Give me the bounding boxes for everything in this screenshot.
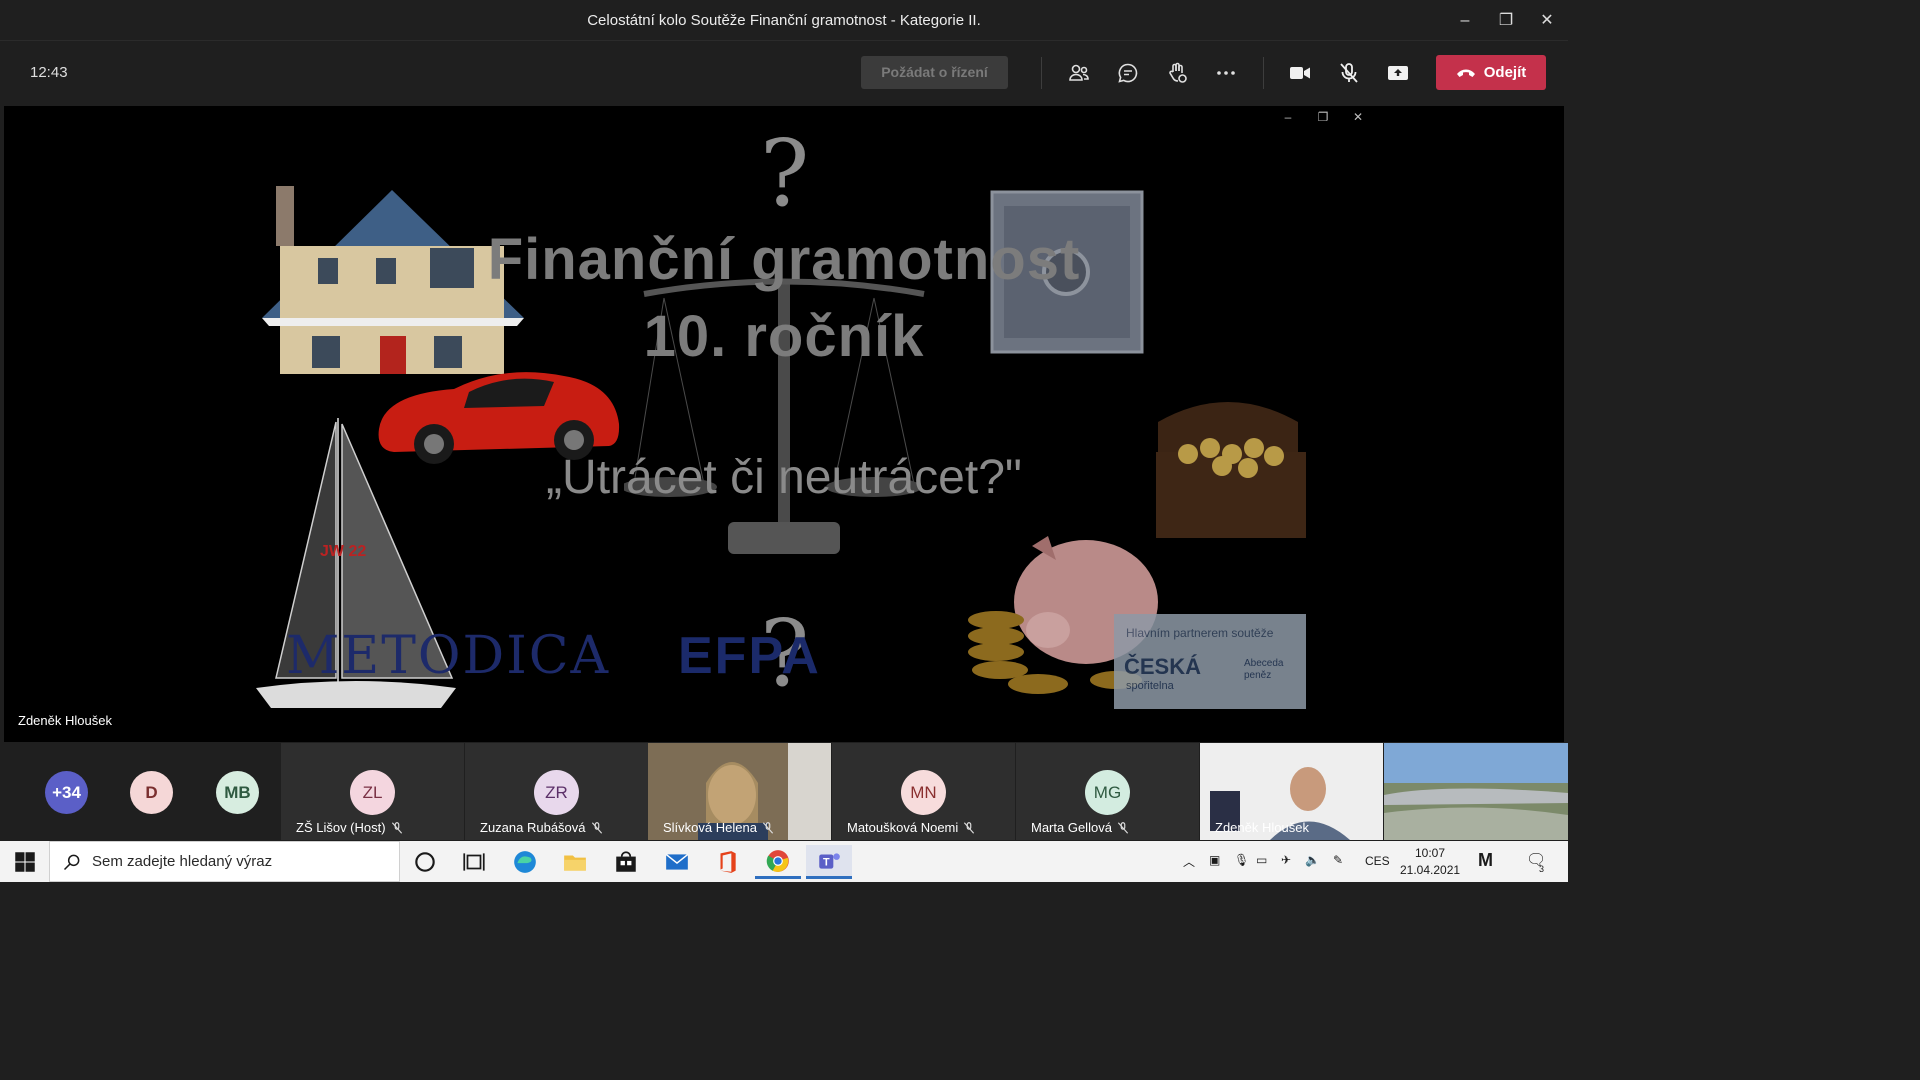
teams-tray-icon[interactable]: ▣ xyxy=(1209,853,1220,867)
participant-tile[interactable]: MN Matoušková Noemi xyxy=(832,743,1015,840)
share-icon[interactable] xyxy=(1381,56,1415,90)
avatar: MN xyxy=(901,770,946,815)
chevron-up-icon[interactable]: ︿ xyxy=(1183,853,1195,870)
sail-number: JW 22 xyxy=(320,543,366,560)
participant-tile[interactable]: MG Marta Gellová xyxy=(1016,743,1199,840)
presenter-label: Zdeněk Hloušek xyxy=(18,713,112,728)
svg-text:T: T xyxy=(823,856,830,868)
pen-icon[interactable]: ✎ xyxy=(1333,853,1343,867)
participant-name-text: ZŠ Lišov (Host) xyxy=(296,820,386,835)
participant-avatar-mb[interactable]: MB xyxy=(216,771,259,814)
chrome-icon[interactable] xyxy=(755,845,801,879)
microphone-icon[interactable]: 🎙 xyxy=(1234,853,1249,867)
volume-icon[interactable]: 🔈 xyxy=(1305,853,1320,867)
overflow-participants[interactable]: +34 xyxy=(45,771,88,814)
efpa-logo: EFPA xyxy=(678,627,821,685)
mic-off-icon[interactable] xyxy=(1332,56,1366,90)
maximize-button[interactable]: ❐ xyxy=(1491,8,1521,34)
search-icon xyxy=(63,854,80,870)
shared-screen: – ❐ ✕ JW 22 Finanční gramotnost 10. ročn… xyxy=(4,106,1564,742)
participant-name-text: Slívková Helena xyxy=(663,820,757,835)
office-icon[interactable] xyxy=(704,845,750,879)
participant-name-text: Zuzana Rubášová xyxy=(480,820,586,835)
file-explorer-icon[interactable] xyxy=(552,845,598,879)
partner-abc-line2: peněz xyxy=(1244,670,1272,681)
participant-name-text: Matoušková Noemi xyxy=(847,820,959,835)
participant-name: Matoušková Noemi xyxy=(847,820,976,835)
participant-name: Marta Gellová xyxy=(1031,820,1130,835)
participant-name: ZŠ Lišov (Host) xyxy=(296,820,404,835)
reactions-icon[interactable] xyxy=(1160,56,1194,90)
toolbar-divider xyxy=(1041,57,1042,89)
notification-count: 3 xyxy=(1539,864,1545,874)
airplane-icon[interactable]: ✈ xyxy=(1281,853,1291,867)
participant-tile[interactable]: ZL ZŠ Lišov (Host) xyxy=(281,743,464,840)
mic-off-icon xyxy=(964,821,975,834)
participant-avatar-d[interactable]: D xyxy=(130,771,173,814)
partner-title: Hlavním partnerem soutěže xyxy=(1126,626,1274,640)
meeting-toolbar: 12:43 Požádat o řízení Odejít xyxy=(0,41,1568,104)
participant-name: Zdeněk Hloušek xyxy=(1215,820,1309,835)
language-indicator[interactable]: CES xyxy=(1365,854,1390,868)
task-view-icon[interactable] xyxy=(451,845,497,879)
partner-brand: ČESKÁ xyxy=(1124,654,1202,679)
slide-subtitle: „Utrácet či neutrácet?" xyxy=(546,451,1022,504)
question-mark-top: ? xyxy=(760,120,810,227)
more-icon[interactable] xyxy=(1209,56,1243,90)
phone-hangup-icon xyxy=(1456,69,1475,77)
landscape-video-tile[interactable] xyxy=(1384,743,1568,840)
avatar: MG xyxy=(1085,770,1130,815)
people-icon[interactable] xyxy=(1062,56,1096,90)
store-icon[interactable] xyxy=(603,845,649,879)
avatar: ZR xyxy=(534,770,579,815)
participant-name-text: Zdeněk Hloušek xyxy=(1215,820,1309,835)
meeting-duration: 12:43 xyxy=(30,64,68,81)
windows-taskbar: Sem zadejte hledaný výraz T ︿ ▣ 🎙 ▭ ✈ 🔈 … xyxy=(0,841,1568,882)
metodica-logo: METODICA xyxy=(286,626,611,686)
battery-icon[interactable]: ▭ xyxy=(1256,853,1267,867)
clock-time: 10:07 xyxy=(1414,846,1446,860)
participant-video-tile[interactable]: Zdeněk Hloušek xyxy=(1200,743,1383,840)
partner-abeceda: Abeceda peněz xyxy=(1244,658,1283,682)
mic-off-icon xyxy=(1117,821,1129,834)
close-window-button[interactable]: ✕ xyxy=(1532,8,1562,34)
partner-subbrand: spořitelna xyxy=(1126,680,1174,692)
participant-name-text: Marta Gellová xyxy=(1031,820,1112,835)
windows-start-icon[interactable] xyxy=(2,845,48,879)
teams-icon[interactable]: T xyxy=(806,845,852,879)
meet-now-icon[interactable]: M xyxy=(1478,850,1493,871)
chat-icon[interactable] xyxy=(1111,56,1145,90)
participant-tile[interactable]: ZR Zuzana Rubášová xyxy=(465,743,648,840)
participants-strip: +34 D MB ZL ZŠ Lišov (Host) ZR Zuzana Ru… xyxy=(0,743,1568,840)
leave-button[interactable]: Odejít xyxy=(1436,55,1546,90)
share-restore-icon[interactable]: ❐ xyxy=(1313,110,1333,124)
taskbar-clock[interactable]: 10:07 21.04.2021 xyxy=(1400,845,1460,879)
clock-date: 21.04.2021 xyxy=(1400,863,1461,877)
mic-off-icon xyxy=(762,821,774,834)
participant-name: Slívková Helena xyxy=(663,820,775,835)
mic-off-icon xyxy=(591,821,602,834)
edge-icon[interactable] xyxy=(502,845,548,879)
camera-icon[interactable] xyxy=(1283,56,1317,90)
toolbar-divider xyxy=(1263,57,1264,89)
window-title-bar: Celostátní kolo Soutěže Finanční gramotn… xyxy=(0,0,1568,41)
taskbar-search[interactable]: Sem zadejte hledaný výraz xyxy=(49,841,400,882)
slide-title-line-1: Finanční gramotnost xyxy=(487,227,1081,292)
mail-icon[interactable] xyxy=(654,845,700,879)
avatar: ZL xyxy=(350,770,395,815)
minimize-button[interactable]: – xyxy=(1450,8,1480,34)
partner-abc-line1: Abeceda xyxy=(1244,658,1284,669)
share-minimize-icon[interactable]: – xyxy=(1278,110,1298,124)
participant-name: Zuzana Rubášová xyxy=(480,820,604,835)
search-placeholder: Sem zadejte hledaný výraz xyxy=(92,853,273,870)
cortana-icon[interactable] xyxy=(402,845,448,879)
request-control-button[interactable]: Požádat o řízení xyxy=(861,56,1008,89)
mic-off-icon xyxy=(391,821,402,834)
share-close-icon[interactable]: ✕ xyxy=(1348,110,1368,124)
partner-logo-box: Hlavním partnerem soutěže ČESKÁ spořitel… xyxy=(1114,614,1306,709)
window-title: Celostátní kolo Soutěže Finanční gramotn… xyxy=(587,12,981,29)
leave-label: Odejít xyxy=(1483,64,1527,81)
participant-video-tile[interactable]: Slívková Helena xyxy=(648,743,831,840)
slide-title-line-2: 10. ročník xyxy=(643,304,925,369)
